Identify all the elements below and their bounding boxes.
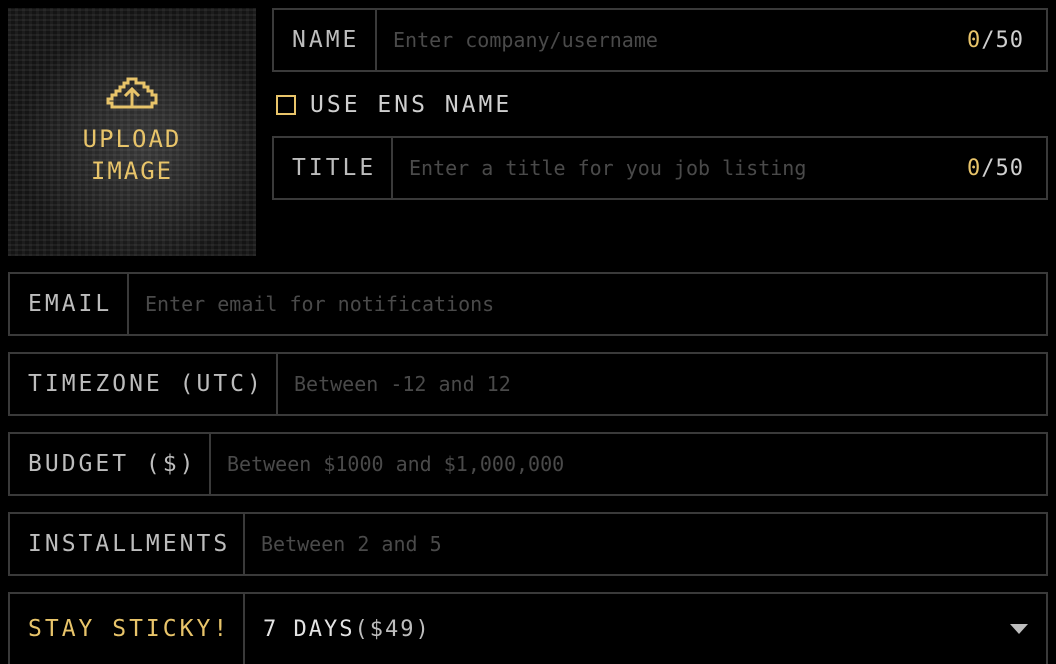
name-char-counter: 0/50 bbox=[967, 27, 1024, 53]
title-char-counter: 0/50 bbox=[967, 155, 1024, 181]
upload-image-label: UPLOAD IMAGE bbox=[82, 125, 182, 185]
selected-duration: 7 DAYS bbox=[263, 616, 355, 642]
budget-input[interactable] bbox=[211, 434, 1046, 494]
stay-sticky-field: STAY STICKY! 7 DAYS ($49) bbox=[8, 592, 1048, 664]
email-input[interactable] bbox=[129, 274, 1046, 334]
email-field: EMAIL bbox=[8, 272, 1048, 336]
selected-price: ($49) bbox=[354, 616, 431, 642]
installments-field: INSTALLMENTS bbox=[8, 512, 1048, 576]
name-input[interactable] bbox=[377, 10, 967, 70]
timezone-field: TIMEZONE (UTC) bbox=[8, 352, 1048, 416]
checkbox-box[interactable] bbox=[276, 95, 296, 115]
use-ens-name-label: USE ENS NAME bbox=[310, 92, 513, 118]
name-label: NAME bbox=[274, 10, 377, 70]
email-label: EMAIL bbox=[10, 274, 129, 334]
use-ens-name-checkbox[interactable]: USE ENS NAME bbox=[276, 90, 512, 120]
timezone-label: TIMEZONE (UTC) bbox=[10, 354, 278, 414]
name-field: NAME 0/50 bbox=[272, 8, 1048, 72]
title-input[interactable] bbox=[393, 138, 967, 198]
title-field: TITLE 0/50 bbox=[272, 136, 1048, 200]
installments-input[interactable] bbox=[245, 514, 1046, 574]
stay-sticky-label: STAY STICKY! bbox=[10, 594, 245, 664]
budget-label: BUDGET ($) bbox=[10, 434, 211, 494]
cloud-upload-icon bbox=[106, 77, 158, 109]
timezone-input[interactable] bbox=[278, 354, 1046, 414]
chevron-down-icon[interactable] bbox=[1010, 624, 1028, 634]
installments-label: INSTALLMENTS bbox=[10, 514, 245, 574]
stay-sticky-select[interactable]: 7 DAYS ($49) bbox=[245, 594, 1046, 664]
title-label: TITLE bbox=[274, 138, 393, 198]
budget-field: BUDGET ($) bbox=[8, 432, 1048, 496]
upload-image-button[interactable]: UPLOAD IMAGE bbox=[8, 8, 256, 256]
